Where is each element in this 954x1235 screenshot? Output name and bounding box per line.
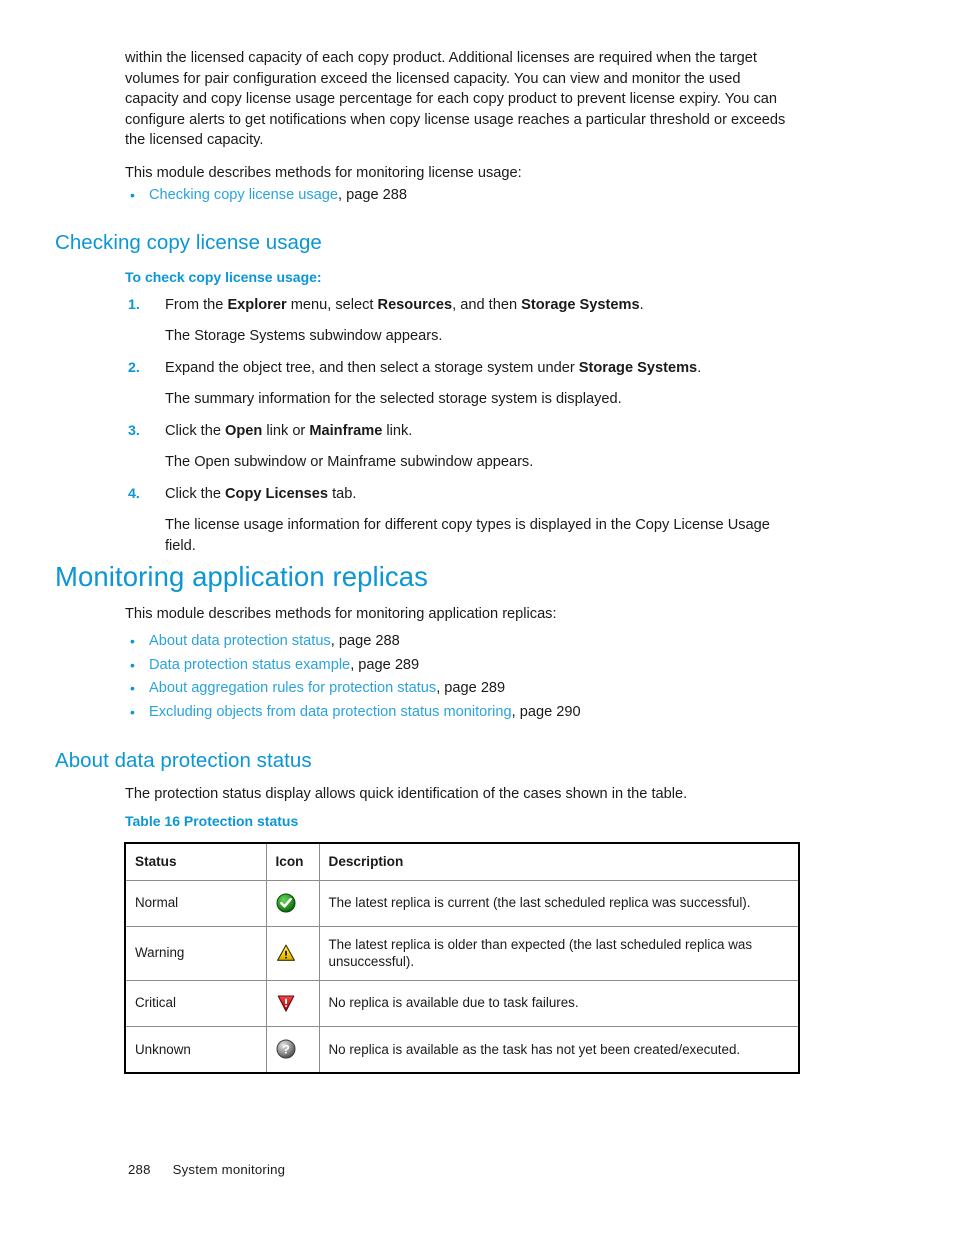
document-page: within the licensed capacity of each cop…: [0, 0, 954, 1235]
status-cell: Warning: [126, 926, 267, 981]
page-footer: 288 System monitoring: [128, 1162, 285, 1177]
step-text: From the Explorer menu, select Resources…: [165, 295, 793, 316]
step-text-part: Click the: [165, 486, 226, 502]
column-header-status: Status: [126, 844, 267, 881]
description-cell: No replica is available due to task fail…: [319, 980, 798, 1027]
status-cell: Unknown: [126, 1026, 267, 1072]
step-number: 2.: [128, 360, 140, 376]
footer-page-number: 288: [128, 1162, 151, 1177]
step-text-part: From the: [165, 297, 228, 313]
list-item[interactable]: • Checking copy license usage, page 288: [125, 184, 793, 208]
page-heading-about-data-protection-status: About data protection status: [55, 749, 312, 772]
step-text-part: Click the: [165, 423, 226, 439]
yellow-warning-triangle-icon: [276, 943, 296, 963]
step-1: 1. From the Explorer menu, select Resour…: [125, 295, 793, 347]
step-result: The license usage information for differ…: [165, 517, 770, 554]
table-row: Warning The latest replica is older than…: [126, 926, 798, 981]
table-caption: Table 16 Protection status: [125, 813, 299, 829]
step-text-part: link or: [262, 423, 310, 439]
bullet-icon: •: [130, 680, 135, 696]
step-text-part: , and then: [452, 297, 522, 313]
bullet-icon: •: [130, 633, 135, 649]
step-text-emphasis: Resources: [377, 297, 453, 313]
step-text: Click the Copy Licenses tab.: [165, 484, 793, 505]
green-check-circle-icon: [276, 893, 296, 913]
red-critical-triangle-icon: [276, 993, 296, 1013]
intro-block: within the licensed capacity of each cop…: [125, 48, 793, 195]
footer-section-name: System monitoring: [172, 1162, 286, 1177]
step-text-part: Expand the object tree, and then select …: [165, 360, 579, 376]
procedure-steps: 1. From the Explorer menu, select Resour…: [125, 295, 793, 557]
table-row: Normal The latest replica is current (th…: [126, 880, 798, 927]
column-header-description: Description: [319, 844, 798, 881]
list-item[interactable]: • About data protection status, page 288: [125, 630, 793, 654]
intro-paragraph-2: This module describes methods for monito…: [125, 164, 522, 181]
step-text-emphasis: Storage Systems: [578, 360, 698, 376]
step-text: Click the Open link or Mainframe link.: [165, 421, 793, 442]
column-header-icon: Icon: [266, 844, 320, 881]
icon-cell: [266, 880, 320, 927]
cross-reference-page: , page 290: [511, 703, 581, 720]
table-header-row: Status Icon Description: [126, 844, 798, 881]
cross-reference-page: , page 289: [350, 656, 420, 673]
bullet-icon: •: [130, 703, 135, 720]
step-result: The Storage Systems subwindow appears.: [165, 328, 443, 344]
step-3: 3. Click the Open link or Mainframe link…: [125, 421, 793, 473]
step-number: 4.: [128, 486, 140, 502]
step-text-part: link.: [382, 423, 413, 439]
bullet-icon: •: [130, 656, 135, 673]
step-result: The Open subwindow or Mainframe subwindo…: [165, 454, 534, 470]
step-text-emphasis: Copy Licenses: [225, 486, 329, 502]
cross-reference-link[interactable]: About data protection status: [149, 633, 331, 649]
description-cell: The latest replica is current (the last …: [319, 880, 798, 927]
list-item[interactable]: • About aggregation rules for protection …: [125, 677, 793, 701]
page-heading-monitoring-application-replicas: Monitoring application replicas: [55, 561, 429, 592]
icon-cell: ?: [266, 1026, 320, 1072]
monitoring-paragraph: This module describes methods for monito…: [125, 606, 557, 622]
step-4: 4. Click the Copy Licenses tab. The lice…: [125, 484, 793, 557]
intro-paragraph-1: within the licensed capacity of each cop…: [125, 50, 786, 148]
step-text-part: menu, select: [286, 297, 378, 313]
cross-reference-page: , page 289: [436, 680, 506, 696]
cross-reference-link[interactable]: Checking copy license usage: [149, 187, 338, 203]
step-text-emphasis: Storage Systems: [521, 297, 640, 313]
monitoring-link-list: • About data protection status, page 288 …: [125, 630, 793, 724]
description-cell: No replica is available as the task has …: [328, 1041, 741, 1057]
step-text-emphasis: Open: [225, 423, 263, 439]
step-text-part: .: [639, 297, 644, 313]
intro-link-list: • Checking copy license usage, page 288: [125, 184, 793, 208]
procedure-title: To check copy license usage:: [125, 269, 322, 285]
protection-status-table: Status Icon Description Normal The lates…: [124, 842, 800, 1074]
gray-question-sphere-icon: ?: [276, 1039, 296, 1059]
step-result: The summary information for the selected…: [165, 391, 622, 407]
step-number: 1.: [128, 297, 140, 313]
step-text: Expand the object tree, and then select …: [165, 358, 793, 379]
list-item[interactable]: • Excluding objects from data protection …: [125, 701, 793, 725]
description-cell: The latest replica is older than expecte…: [319, 926, 798, 981]
step-number: 3.: [128, 423, 140, 439]
icon-cell: [266, 980, 320, 1027]
status-cell: Normal: [126, 880, 267, 927]
status-cell: Critical: [126, 980, 267, 1027]
step-text-part: tab.: [328, 486, 357, 502]
step-text-emphasis: Mainframe: [309, 423, 383, 439]
step-text-emphasis: Explorer: [227, 297, 287, 313]
svg-text:?: ?: [282, 1043, 290, 1057]
step-text-part: .: [697, 360, 702, 376]
page-heading-checking-copy-license-usage: Checking copy license usage: [55, 231, 322, 254]
cross-reference-link[interactable]: About aggregation rules for protection s…: [149, 680, 436, 696]
cross-reference-link[interactable]: Excluding objects from data protection s…: [149, 704, 512, 720]
table-row: Unknown ? No replica is available as the…: [126, 1026, 798, 1072]
cross-reference-page: , page 288: [330, 633, 400, 649]
list-item[interactable]: • Data protection status example, page 28…: [125, 654, 793, 678]
table-row: Critical No replica is available due to …: [126, 980, 798, 1027]
cross-reference-page: , page 288: [338, 187, 408, 203]
step-2: 2. Expand the object tree, and then sele…: [125, 358, 793, 410]
icon-cell: [266, 926, 320, 981]
bullet-icon: •: [130, 187, 135, 203]
about-paragraph: The protection status display allows qui…: [125, 786, 688, 802]
cross-reference-link[interactable]: Data protection status example: [149, 657, 350, 673]
